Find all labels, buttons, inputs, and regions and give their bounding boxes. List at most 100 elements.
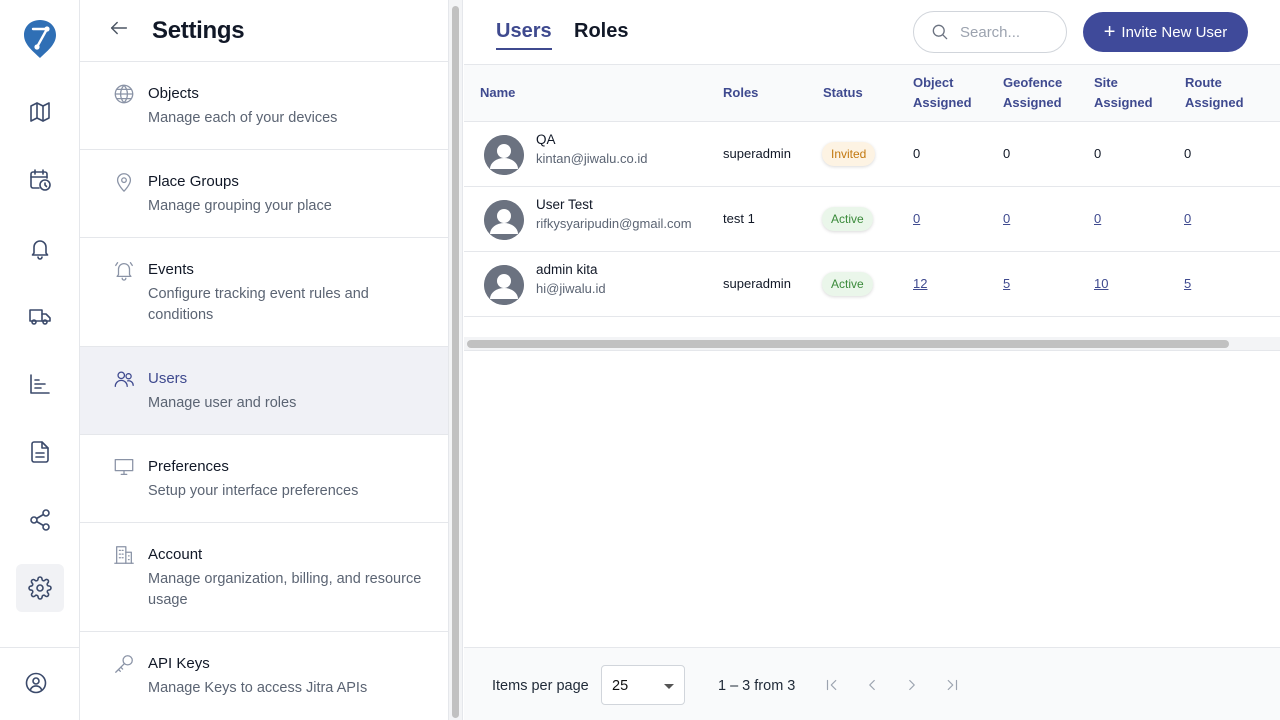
col-site-line1: Site <box>1094 75 1118 90</box>
settings-item-label: Account <box>148 546 203 563</box>
back-arrow-icon[interactable] <box>108 17 130 44</box>
bar-chart-icon[interactable] <box>16 360 64 408</box>
geofence-count: 0 <box>1003 146 1011 161</box>
col-geofence-line1: Geofence <box>1003 75 1063 90</box>
settings-item-api-keys[interactable]: API Keys Manage Keys to access Jitra API… <box>80 632 448 720</box>
table-row[interactable]: User Test rifkysyaripudin@gmail.com test… <box>464 187 1280 252</box>
col-name[interactable]: Name <box>480 83 515 103</box>
first-page-button[interactable] <box>818 671 846 699</box>
table-header: Name Roles Status Object Assigned Geofen… <box>464 65 1280 122</box>
calendar-clock-icon[interactable] <box>16 156 64 204</box>
page-range-label: 1 – 3 from 3 <box>718 678 796 694</box>
settings-item-account[interactable]: Account Manage organization, billing, an… <box>80 523 448 632</box>
next-page-button[interactable] <box>898 671 926 699</box>
users-icon <box>113 368 135 390</box>
col-object-line2: Assigned <box>913 95 972 110</box>
status-badge: Invited <box>822 142 876 166</box>
site-count-link[interactable]: 10 <box>1094 276 1108 291</box>
settings-panel: Settings Objects Manage each of your dev… <box>80 0 449 720</box>
rail-divider <box>0 647 79 648</box>
col-route-assigned[interactable]: Route Assigned <box>1185 73 1244 113</box>
caret-down-icon <box>664 684 674 689</box>
site-count: 0 <box>1094 146 1102 161</box>
bell-icon[interactable] <box>16 224 64 272</box>
invite-new-user-button[interactable]: + Invite New User <box>1083 12 1248 52</box>
col-object-assigned[interactable]: Object Assigned <box>913 73 972 113</box>
settings-item-label: Users <box>148 370 188 387</box>
object-count: 0 <box>913 146 921 161</box>
table-row[interactable]: QA kintan@jiwalu.co.id superadmin Invite… <box>464 122 1280 187</box>
document-icon[interactable] <box>16 428 64 476</box>
user-email: rifkysyaripudin@gmail.com <box>536 216 692 231</box>
route-count-link[interactable]: 5 <box>1184 276 1191 291</box>
col-route-line1: Route <box>1185 75 1222 90</box>
users-main: Users Roles + Invite New User Name Roles… <box>464 0 1280 720</box>
settings-item-label: API Keys <box>148 655 210 672</box>
previous-page-button[interactable] <box>858 671 886 699</box>
settings-item-desc: Setup your interface preferences <box>148 483 359 499</box>
logo-icon[interactable] <box>22 18 58 60</box>
route-count-link[interactable]: 0 <box>1184 211 1191 226</box>
last-page-icon <box>947 679 958 691</box>
share-icon[interactable] <box>16 496 64 544</box>
chevron-left-icon <box>869 679 875 691</box>
col-site-assigned[interactable]: Site Assigned <box>1094 73 1153 113</box>
user-name: User Test <box>536 197 593 212</box>
table-horizontal-scrollbar[interactable] <box>464 337 1280 351</box>
col-roles[interactable]: Roles <box>723 83 758 103</box>
geofence-count-link[interactable]: 5 <box>1003 276 1010 291</box>
tab-users[interactable]: Users <box>496 20 552 50</box>
scrollbar-thumb[interactable] <box>452 6 459 718</box>
user-circle-icon[interactable] <box>12 659 60 707</box>
settings-item-desc: Manage Keys to access Jitra APIs <box>148 680 368 696</box>
globe-icon <box>113 83 135 105</box>
settings-item-label: Objects <box>148 85 199 102</box>
avatar <box>484 265 524 305</box>
user-email: hi@jiwalu.id <box>536 281 606 296</box>
settings-title: Settings <box>152 16 245 44</box>
map-icon[interactable] <box>16 88 64 136</box>
status-badge: Active <box>822 272 873 296</box>
avatar <box>484 200 524 240</box>
monitor-icon <box>113 456 135 478</box>
settings-item-label: Events <box>148 261 194 278</box>
settings-item-preferences[interactable]: Preferences Setup your interface prefere… <box>80 435 448 523</box>
settings-item-place-groups[interactable]: Place Groups Manage grouping your place <box>80 150 448 238</box>
search-input[interactable] <box>960 23 1060 41</box>
truck-icon[interactable] <box>16 292 64 340</box>
col-status[interactable]: Status <box>823 83 863 103</box>
tab-roles[interactable]: Roles <box>574 20 628 43</box>
settings-item-objects[interactable]: Objects Manage each of your devices <box>80 62 448 150</box>
avatar <box>484 135 524 175</box>
status-badge: Active <box>822 207 873 231</box>
settings-item-events[interactable]: Events Configure tracking event rules an… <box>80 238 448 347</box>
col-geofence-assigned[interactable]: Geofence Assigned <box>1003 73 1062 113</box>
settings-item-desc: Manage user and roles <box>148 395 297 411</box>
user-name: admin kita <box>536 262 598 277</box>
key-icon <box>113 653 135 675</box>
user-role: test 1 <box>723 211 755 226</box>
col-route-line2: Assigned <box>1185 95 1244 110</box>
col-object-line1: Object <box>913 75 954 90</box>
scrollbar-thumb[interactable] <box>467 340 1229 348</box>
search-box[interactable] <box>913 11 1067 53</box>
table-row[interactable]: admin kita hi@jiwalu.id superadmin Activ… <box>464 252 1280 317</box>
items-per-page-select[interactable]: 25 <box>601 665 685 705</box>
gear-icon[interactable] <box>16 564 64 612</box>
map-pin-icon <box>113 171 135 193</box>
route-count: 0 <box>1184 146 1192 161</box>
search-icon <box>932 24 948 40</box>
last-page-button[interactable] <box>938 671 966 699</box>
building-icon <box>113 544 135 566</box>
site-count-link[interactable]: 0 <box>1094 211 1101 226</box>
col-site-line2: Assigned <box>1094 95 1153 110</box>
user-email: kintan@jiwalu.co.id <box>536 151 648 166</box>
settings-header: Settings <box>80 0 448 62</box>
settings-scrollbar[interactable] <box>449 0 463 720</box>
object-count-link[interactable]: 0 <box>913 211 920 226</box>
settings-item-users[interactable]: Users Manage user and roles <box>80 347 448 435</box>
object-count-link[interactable]: 12 <box>913 276 927 291</box>
user-role: superadmin <box>723 146 791 161</box>
geofence-count-link[interactable]: 0 <box>1003 211 1010 226</box>
col-geofence-line2: Assigned <box>1003 95 1062 110</box>
